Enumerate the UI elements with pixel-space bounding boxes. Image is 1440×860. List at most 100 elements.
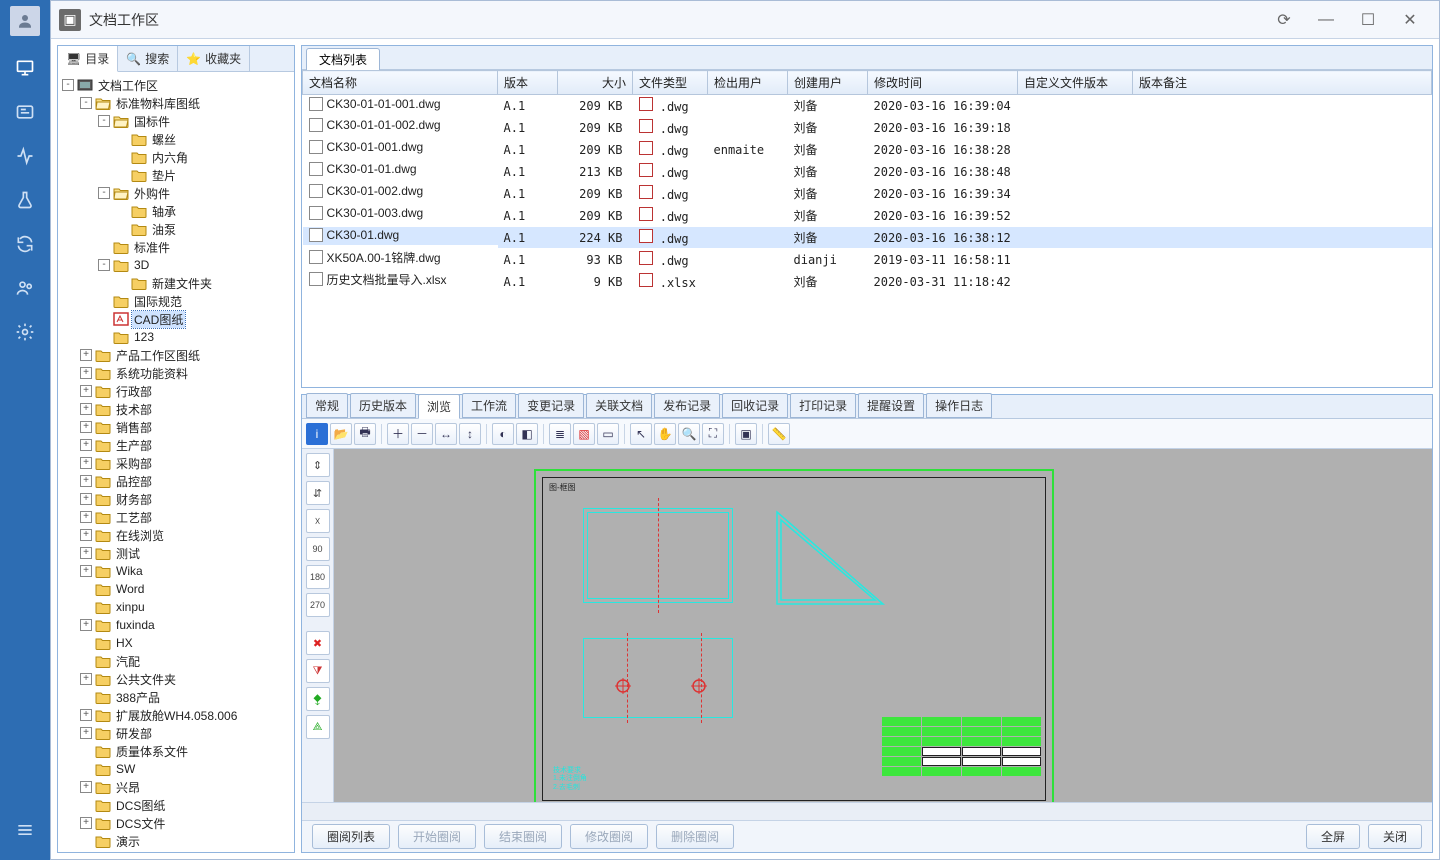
tree-toggle[interactable]	[116, 223, 128, 235]
tree-node[interactable]: +行政部	[58, 382, 294, 400]
tree-node[interactable]: +兴昂	[58, 778, 294, 796]
contrast-icon[interactable]: ◐	[492, 423, 514, 445]
tree-toggle[interactable]: +	[80, 727, 92, 739]
mirror-icon[interactable]: ⟁	[306, 715, 330, 739]
col-size[interactable]: 大小	[558, 71, 633, 95]
table-row[interactable]: CK30-01-001.dwg A.1 209 KB .dwg enmaite …	[303, 139, 1432, 161]
detail-tab[interactable]: 变更记录	[518, 393, 584, 418]
maximize-icon[interactable]: ☐	[1347, 7, 1389, 33]
tree-node[interactable]: -外购件	[58, 184, 294, 202]
restore-down-icon[interactable]: ⟳	[1263, 7, 1305, 33]
tree-node[interactable]: 演示	[58, 832, 294, 850]
detail-tab[interactable]: 提醒设置	[858, 393, 924, 418]
tree-toggle[interactable]: +	[80, 457, 92, 469]
tree-toggle[interactable]	[80, 601, 92, 613]
tree-toggle[interactable]: +	[80, 493, 92, 505]
detail-tab[interactable]: 常规	[306, 393, 348, 418]
tree-toggle[interactable]	[98, 331, 110, 343]
tree-toggle[interactable]: +	[80, 475, 92, 487]
tree-toggle[interactable]: -	[98, 187, 110, 199]
tree-toggle[interactable]: -	[80, 97, 92, 109]
tree-node[interactable]: +品控部	[58, 472, 294, 490]
tree-node[interactable]: 轴承	[58, 202, 294, 220]
flask-icon[interactable]	[11, 186, 39, 214]
tree-node[interactable]: HX	[58, 634, 294, 652]
table-row[interactable]: CK30-01-003.dwg A.1 209 KB .dwg 刘备 2020-…	[303, 205, 1432, 227]
detail-tab[interactable]: 工作流	[462, 393, 516, 418]
tree-node[interactable]: +采购部	[58, 454, 294, 472]
tree-toggle[interactable]: -	[98, 259, 110, 271]
tree-toggle[interactable]: +	[80, 817, 92, 829]
tab-search[interactable]: 🔍搜索	[118, 46, 178, 71]
tree-toggle[interactable]: +	[80, 673, 92, 685]
detail-tab[interactable]: 关联文档	[586, 393, 652, 418]
tree-toggle[interactable]	[116, 205, 128, 217]
tree-node[interactable]: +财务部	[58, 490, 294, 508]
tree-node[interactable]: 垫片	[58, 166, 294, 184]
tree-node[interactable]: SW	[58, 760, 294, 778]
tree-node[interactable]: +在线浏览	[58, 526, 294, 544]
tree-toggle[interactable]	[98, 295, 110, 307]
tree-toggle[interactable]: +	[80, 439, 92, 451]
close-icon[interactable]: ✕	[1389, 7, 1431, 33]
col-type[interactable]: 文件类型	[633, 71, 708, 95]
avatar[interactable]	[10, 6, 40, 36]
card-icon[interactable]	[11, 98, 39, 126]
col-checkout[interactable]: 检出用户	[708, 71, 788, 95]
table-row[interactable]: XK50A.00-1铭牌.dwg A.1 93 KB .dwg dianji 2…	[303, 249, 1432, 271]
table-row[interactable]: CK30-01.dwg A.1 224 KB .dwg 刘备 2020-03-1…	[303, 227, 1432, 249]
tree-toggle[interactable]: +	[80, 709, 92, 721]
refresh-icon[interactable]	[11, 230, 39, 258]
vtool-1[interactable]: ⇕	[306, 453, 330, 477]
info-icon[interactable]: i	[306, 423, 328, 445]
tree-toggle[interactable]: +	[80, 529, 92, 541]
tree-node[interactable]: +研发部	[58, 724, 294, 742]
tree-toggle[interactable]	[116, 133, 128, 145]
monitor-icon[interactable]	[11, 54, 39, 82]
tree-toggle[interactable]	[98, 313, 110, 325]
tree-node[interactable]: 国际规范	[58, 292, 294, 310]
vtool-2[interactable]: ⇵	[306, 481, 330, 505]
tree-toggle[interactable]: +	[80, 511, 92, 523]
extents-icon[interactable]: ⛶	[702, 423, 724, 445]
tree-toggle[interactable]: +	[80, 565, 92, 577]
fit-height-icon[interactable]: ↕	[459, 423, 481, 445]
tree-toggle[interactable]: -	[62, 79, 74, 91]
tree-toggle[interactable]	[80, 763, 92, 775]
tree-node[interactable]: -3D	[58, 256, 294, 274]
tree-toggle[interactable]	[98, 241, 110, 253]
detail-tab[interactable]: 回收记录	[722, 393, 788, 418]
print-icon[interactable]: 🖶	[354, 423, 376, 445]
delete-review-button[interactable]: 删除圈阅	[656, 824, 734, 849]
tree-toggle[interactable]: +	[80, 349, 92, 361]
tree-node[interactable]: +技术部	[58, 400, 294, 418]
document-table[interactable]: 文档名称 版本 大小 文件类型 检出用户 创建用户 修改时间 自定义文件版本 版…	[302, 70, 1432, 293]
tree-toggle[interactable]: +	[80, 403, 92, 415]
tree-toggle[interactable]	[80, 835, 92, 847]
tree-node[interactable]: +扩展放舱WH4.058.006	[58, 706, 294, 724]
vtool-3[interactable]: ☓	[306, 509, 330, 533]
tree-node[interactable]: 螺丝	[58, 130, 294, 148]
tree-node[interactable]: +fuxinda	[58, 616, 294, 634]
tree-toggle[interactable]	[80, 583, 92, 595]
table-row[interactable]: CK30-01-01-002.dwg A.1 209 KB .dwg 刘备 20…	[303, 117, 1432, 139]
tree-toggle[interactable]	[80, 691, 92, 703]
tree-node[interactable]: +公共文件夹	[58, 670, 294, 688]
tree-node[interactable]: +系统功能资料	[58, 364, 294, 382]
tree-toggle[interactable]	[80, 745, 92, 757]
tree-node[interactable]: 质量体系文件	[58, 742, 294, 760]
tree-node[interactable]: +销售部	[58, 418, 294, 436]
col-creator[interactable]: 创建用户	[788, 71, 868, 95]
drawing-canvas[interactable]: 图-框图	[334, 449, 1432, 802]
review-list-button[interactable]: 圈阅列表	[312, 824, 390, 849]
close-button[interactable]: 关闭	[1368, 824, 1422, 849]
tree-node[interactable]: -标准物料库图纸	[58, 94, 294, 112]
detail-tab[interactable]: 浏览	[418, 394, 460, 419]
table-row[interactable]: CK30-01-01.dwg A.1 213 KB .dwg 刘备 2020-0…	[303, 161, 1432, 183]
directory-tree[interactable]: -文档工作区-标准物料库图纸-国标件螺丝内六角垫片-外购件轴承油泵标准件-3D新…	[58, 72, 294, 852]
tree-node[interactable]: -国标件	[58, 112, 294, 130]
tree-toggle[interactable]: +	[80, 547, 92, 559]
zoom-window-icon[interactable]: 🔍	[678, 423, 700, 445]
tree-node[interactable]: 标准件	[58, 238, 294, 256]
tree-toggle[interactable]	[116, 169, 128, 181]
